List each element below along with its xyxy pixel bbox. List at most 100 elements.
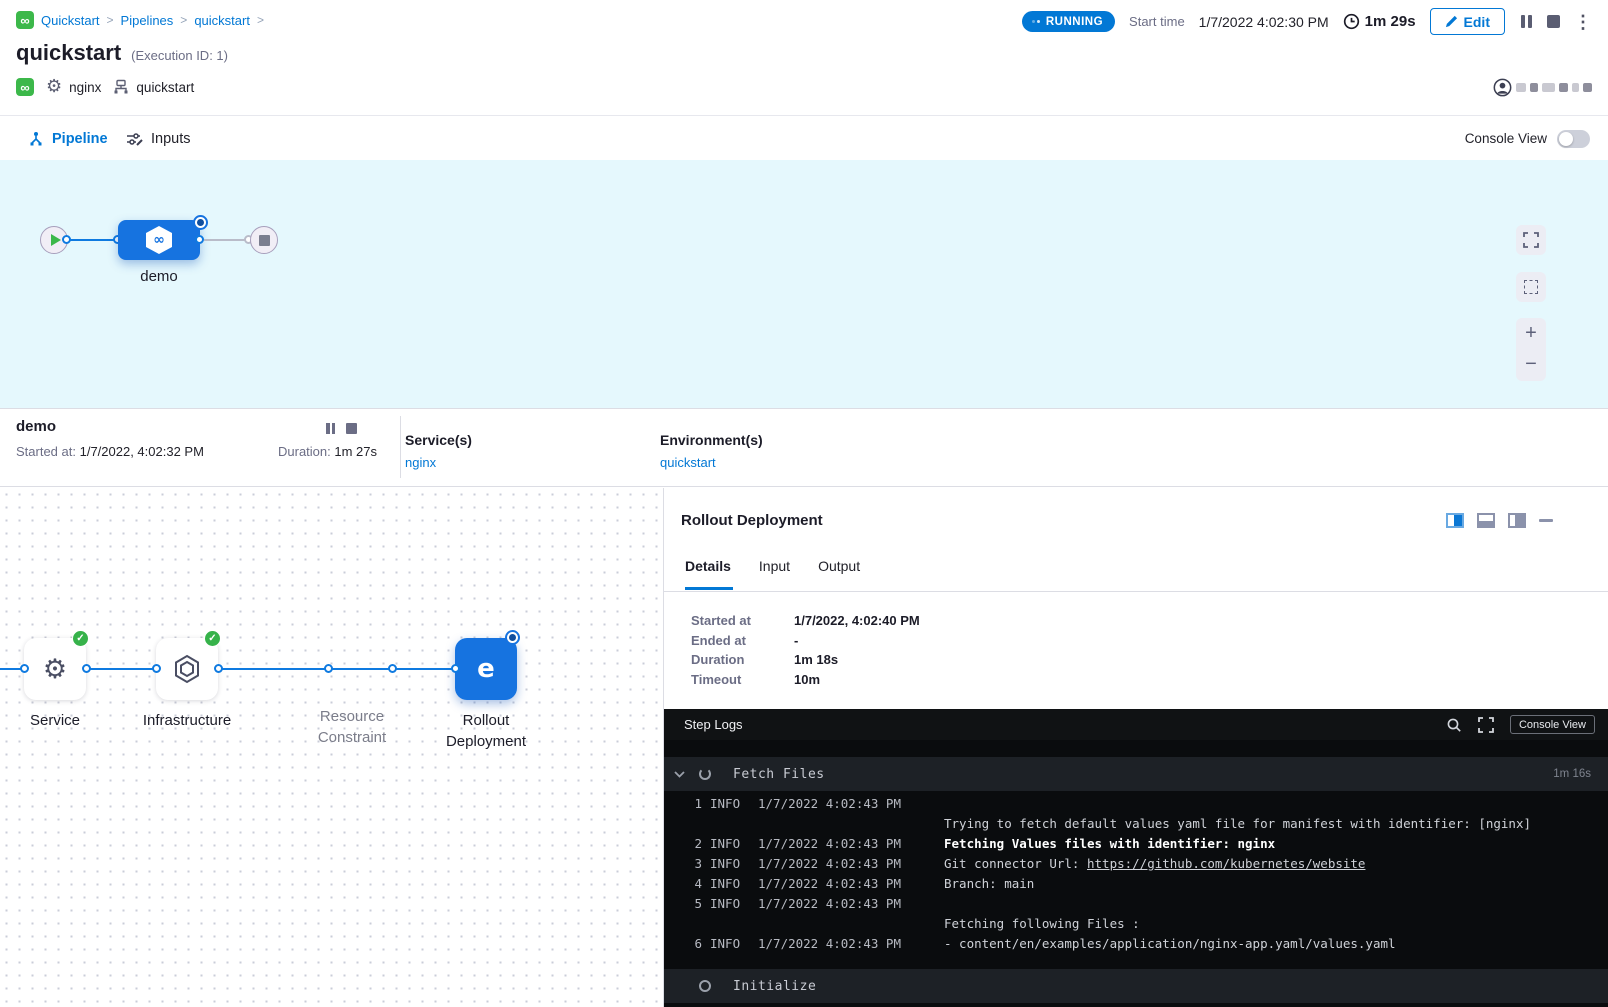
elapsed-time: 1m 29s xyxy=(1343,13,1416,30)
stage-pause-button[interactable] xyxy=(325,423,336,434)
environment-link[interactable]: quickstart xyxy=(660,455,716,470)
inputs-icon xyxy=(126,131,143,147)
edge-port xyxy=(152,664,161,673)
detail-value: 1/7/2022, 4:02:40 PM xyxy=(794,613,920,628)
step-graph-canvas[interactable]: ⚙ ✓ ✓ e Service Infrastructure Resource … xyxy=(0,488,663,1007)
edge-port xyxy=(451,664,460,673)
detail-row: Duration1m 18s xyxy=(691,650,920,670)
environment-chip[interactable]: quickstart xyxy=(113,79,194,95)
tab-details[interactable]: Details xyxy=(685,558,731,586)
log-link[interactable]: https://github.com/kubernetes/website xyxy=(1087,856,1365,871)
success-check-icon: ✓ xyxy=(72,630,89,647)
log-line-continuation: Fetching following Files : xyxy=(664,916,1608,936)
divider xyxy=(664,591,1608,592)
service-link[interactable]: nginx xyxy=(405,455,436,470)
header: ∞ Quickstart > Pipelines > quickstart > … xyxy=(0,0,1608,115)
end-node[interactable] xyxy=(250,226,278,254)
detail-row: Ended at- xyxy=(691,631,920,651)
tab-pipeline[interactable]: Pipeline xyxy=(28,116,108,161)
zoom-out-button[interactable]: − xyxy=(1516,349,1546,380)
edge-port xyxy=(82,664,91,673)
services-label: Service(s) xyxy=(405,432,472,448)
layout-wide-panel-icon[interactable] xyxy=(1508,513,1526,528)
breadcrumb-pipelines[interactable]: Pipelines xyxy=(121,13,174,28)
active-panel-tab-underline xyxy=(685,587,733,590)
more-options-button[interactable]: ⋮ xyxy=(1574,13,1592,31)
log-lines: 1INFO1/7/2022 4:02:43 PMTrying to fetch … xyxy=(664,796,1608,956)
environments-label: Environment(s) xyxy=(660,432,763,448)
console-view-label: Console View xyxy=(1465,131,1547,146)
log-level: INFO xyxy=(710,896,740,911)
start-time-label: Start time xyxy=(1129,14,1185,29)
cd-module-icon: ∞ xyxy=(16,78,34,96)
pause-execution-button[interactable] xyxy=(1519,15,1533,28)
gear-icon: ⚙ xyxy=(43,656,67,683)
detail-label: Timeout xyxy=(691,672,794,687)
stage-running-spinner-icon xyxy=(193,215,208,230)
fit-to-screen-button[interactable] xyxy=(1516,225,1546,255)
log-timestamp: 1/7/2022 4:02:43 PM xyxy=(758,856,901,871)
status-badge: RUNNING xyxy=(1022,11,1115,32)
stage-hexagon-icon: ∞ xyxy=(144,225,174,255)
breadcrumb-pipeline-name[interactable]: quickstart xyxy=(194,13,250,28)
log-line-number: 2 xyxy=(684,836,702,851)
log-console[interactable]: Fetch Files 1m 16s 1INFO1/7/2022 4:02:43… xyxy=(664,740,1608,1007)
log-section-fetch-files[interactable]: Fetch Files 1m 16s xyxy=(664,757,1608,791)
panel-tabs: Details Input Output xyxy=(685,558,860,586)
tab-input[interactable]: Input xyxy=(759,558,790,586)
step-node-service[interactable]: ⚙ xyxy=(24,638,86,700)
detail-label: Ended at xyxy=(691,633,794,648)
fullscreen-icon xyxy=(1523,232,1539,248)
step-details-table: Started at1/7/2022, 4:02:40 PM Ended at-D… xyxy=(691,611,920,689)
detail-label: Duration xyxy=(691,652,794,667)
zoom-controls: + − xyxy=(1516,318,1546,381)
search-icon[interactable] xyxy=(1446,717,1462,733)
execution-topbar: RUNNING Start time 1/7/2022 4:02:30 PM 1… xyxy=(1022,8,1592,35)
breadcrumb-separator: > xyxy=(107,13,114,27)
log-message: Fetching following Files : xyxy=(944,916,1140,931)
detail-label: Started at xyxy=(691,613,794,628)
stop-execution-button[interactable] xyxy=(1547,15,1560,28)
panel-title: Rollout Deployment xyxy=(681,512,823,529)
breadcrumb-quickstart[interactable]: Quickstart xyxy=(41,13,100,28)
step-logs-title: Step Logs xyxy=(684,717,743,732)
stage-info-bar: demo Started at: 1/7/2022, 4:02:32 PM Du… xyxy=(0,408,1608,487)
edge-port xyxy=(62,235,71,244)
edge-start-to-demo xyxy=(66,239,120,241)
edge-port xyxy=(214,664,223,673)
console-view-toggle[interactable] xyxy=(1557,130,1590,148)
minimize-panel-button[interactable] xyxy=(1539,519,1553,522)
tab-inputs[interactable]: Inputs xyxy=(126,116,191,161)
log-section-initialize[interactable]: Initialize xyxy=(664,969,1608,1003)
section-running-spinner-icon xyxy=(699,768,711,780)
section-pending-circle-icon xyxy=(699,980,711,992)
tab-output[interactable]: Output xyxy=(818,558,860,586)
expand-logs-icon[interactable] xyxy=(1478,717,1494,733)
log-line-number: 4 xyxy=(684,876,702,891)
step-node-infrastructure[interactable] xyxy=(156,638,218,700)
pencil-icon xyxy=(1445,15,1458,28)
logs-console-view-button[interactable]: Console View xyxy=(1510,715,1595,734)
log-section-title: Initialize xyxy=(733,979,816,994)
step-label-resource-constraint: Resource Constraint xyxy=(307,706,397,748)
step-logs-header: Step Logs Console View xyxy=(664,709,1608,740)
execution-id: (Execution ID: 1) xyxy=(131,48,228,63)
log-line: 5INFO1/7/2022 4:02:43 PM xyxy=(664,896,1608,916)
zoom-in-button[interactable]: + xyxy=(1516,318,1546,349)
log-message: Git connector Url: https://github.com/ku… xyxy=(944,856,1365,871)
log-message: - content/en/examples/application/nginx-… xyxy=(944,936,1396,951)
service-chip[interactable]: ⚙ nginx xyxy=(46,78,101,96)
divider xyxy=(400,416,401,478)
step-node-rollout-deployment[interactable]: e xyxy=(455,638,517,700)
stage-node-demo[interactable]: ∞ xyxy=(118,220,200,260)
view-tabbar: Pipeline Inputs Console View xyxy=(0,115,1608,160)
log-level: INFO xyxy=(710,856,740,871)
edit-button[interactable]: Edit xyxy=(1430,8,1505,35)
layout-bottom-panel-icon[interactable] xyxy=(1477,513,1495,528)
stage-stop-button[interactable] xyxy=(346,423,357,434)
layout-right-panel-icon[interactable] xyxy=(1446,513,1464,528)
edge-port xyxy=(195,235,204,244)
infrastructure-hexagon-icon xyxy=(171,653,203,685)
marquee-select-button[interactable] xyxy=(1516,272,1546,302)
stage-graph-canvas[interactable]: ∞ demo + − xyxy=(0,160,1608,408)
